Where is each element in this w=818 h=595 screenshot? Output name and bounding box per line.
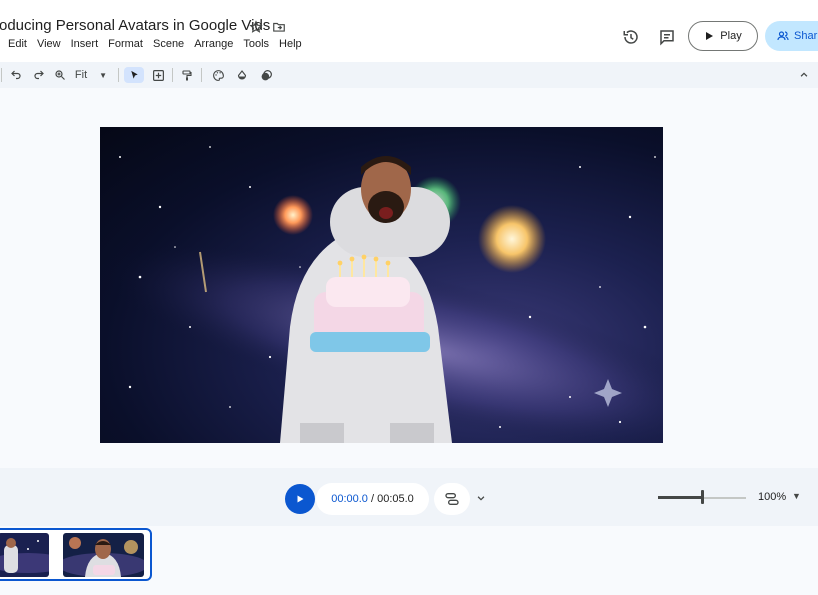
toolbar-divider <box>201 68 202 82</box>
folder-move-icon[interactable] <box>270 18 288 36</box>
editor-toolbar: Fit ▼ <box>0 62 818 88</box>
caret-down-icon[interactable]: ▼ <box>792 491 801 501</box>
zoom-fit-label: Fit <box>74 69 88 81</box>
menu-bar: Edit View Insert Format Scene Arrange To… <box>3 38 307 50</box>
effects-icon[interactable] <box>258 67 274 83</box>
people-icon <box>777 31 789 41</box>
menu-format[interactable]: Format <box>103 38 148 50</box>
add-box-icon[interactable] <box>150 67 166 83</box>
caret-down-icon: ▼ <box>99 70 108 80</box>
play-button[interactable]: Play <box>688 21 758 51</box>
fill-icon[interactable] <box>234 67 250 83</box>
zoom-icon[interactable] <box>52 67 68 83</box>
play-pause-button[interactable] <box>285 484 315 514</box>
toolbar-divider <box>118 68 119 82</box>
play-icon <box>706 32 714 40</box>
menu-edit[interactable]: Edit <box>3 38 32 50</box>
document-title[interactable]: oducing Personal Avatars in Google Vids <box>0 17 270 34</box>
paint-format-icon[interactable] <box>179 67 195 83</box>
menu-tools[interactable]: Tools <box>238 38 274 50</box>
captions-button[interactable] <box>434 483 470 515</box>
timeline-zoom-fill <box>658 496 702 499</box>
cursor-icon[interactable] <box>124 67 144 83</box>
undo-icon[interactable] <box>8 67 24 83</box>
redo-icon[interactable] <box>31 67 47 83</box>
share-button-label: Shar <box>794 30 818 42</box>
play-button-label: Play <box>720 30 742 42</box>
current-time: 00:00.0 <box>331 493 368 505</box>
time-separator: / <box>367 493 378 505</box>
chevron-up-icon[interactable] <box>797 67 811 83</box>
time-display: 00:00.0 / 00:05.0 <box>316 483 429 515</box>
share-button[interactable]: Shar <box>765 21 818 51</box>
toolbar-divider <box>172 68 173 82</box>
menu-scene[interactable]: Scene <box>148 38 189 50</box>
scene-artwork <box>100 146 663 443</box>
palette-icon[interactable] <box>210 67 226 83</box>
menu-arrange[interactable]: Arrange <box>189 38 238 50</box>
toolbar-divider <box>1 68 2 82</box>
clip-thumbnail[interactable] <box>63 533 144 577</box>
zoom-fit-select[interactable]: Fit ▼ <box>74 67 108 83</box>
play-icon <box>297 495 304 503</box>
chevron-down-icon[interactable] <box>473 490 489 506</box>
menu-help[interactable]: Help <box>274 38 307 50</box>
comment-icon[interactable] <box>656 26 678 48</box>
zoom-percent[interactable]: 100% <box>758 491 786 503</box>
clip-thumbnail[interactable] <box>0 533 49 577</box>
app-header: oducing Personal Avatars in Google Vids … <box>0 0 818 60</box>
history-icon[interactable] <box>620 26 642 48</box>
menu-view[interactable]: View <box>32 38 66 50</box>
timeline-zoom-thumb[interactable] <box>701 490 704 504</box>
total-time: 00:05.0 <box>377 493 414 505</box>
captions-icon <box>445 492 459 505</box>
star-icon[interactable] <box>247 18 265 36</box>
menu-insert[interactable]: Insert <box>66 38 104 50</box>
scene-preview[interactable] <box>100 127 663 443</box>
